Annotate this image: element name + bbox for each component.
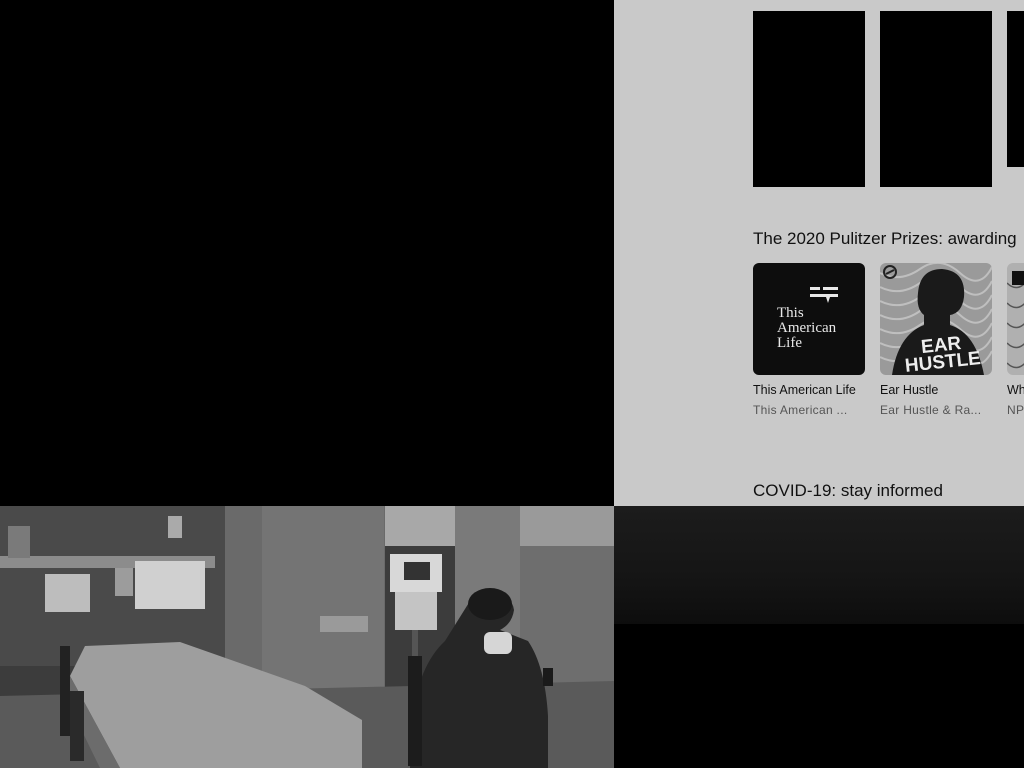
podcast-browse-panel: The 2020 Pulitzer Prizes: awarding This A… xyxy=(614,0,1024,506)
podcast-publisher: Ear Hustle & Ra... xyxy=(880,403,982,417)
podcast-art-pattern xyxy=(1007,271,1024,369)
podcast-publisher: NP xyxy=(1007,403,1024,417)
video-player-area[interactable] xyxy=(614,506,1024,768)
podcast-publisher: This American ... xyxy=(753,403,848,417)
podcast-title: This American Life xyxy=(753,383,856,397)
podcast-card-3[interactable]: Wh NP xyxy=(1007,263,1024,417)
hospital-photo xyxy=(0,506,614,768)
podcast-art-label: This American Life xyxy=(777,305,837,351)
podcast-title: Wh xyxy=(1007,383,1024,397)
podcast-card-this-american-life[interactable]: This American Life This American Life This… xyxy=(753,263,865,417)
podcast-title: Ear Hustle xyxy=(880,383,939,397)
featured-card-3[interactable] xyxy=(1007,11,1024,167)
section-title-pulitzer: The 2020 Pulitzer Prizes: awarding xyxy=(753,229,1017,248)
video-frame xyxy=(614,506,1024,624)
featured-card-2[interactable] xyxy=(880,11,992,187)
podcast-card-ear-hustle[interactable]: EAR HUSTLE Ear Hustle Ear Hustle & Ra... xyxy=(880,263,992,417)
section-title-covid: COVID-19: stay informed xyxy=(753,481,943,500)
podcast-art-ear-hustle: EAR HUSTLE xyxy=(880,263,992,375)
podcast-art-label: EAR HUSTLE xyxy=(903,333,982,375)
featured-card-1[interactable] xyxy=(753,11,865,187)
podcast-art-3 xyxy=(1007,263,1024,375)
video-area[interactable] xyxy=(0,0,614,506)
podcast-art-this-american-life: This American Life xyxy=(753,263,865,375)
speech-bubble-icon xyxy=(810,287,838,303)
